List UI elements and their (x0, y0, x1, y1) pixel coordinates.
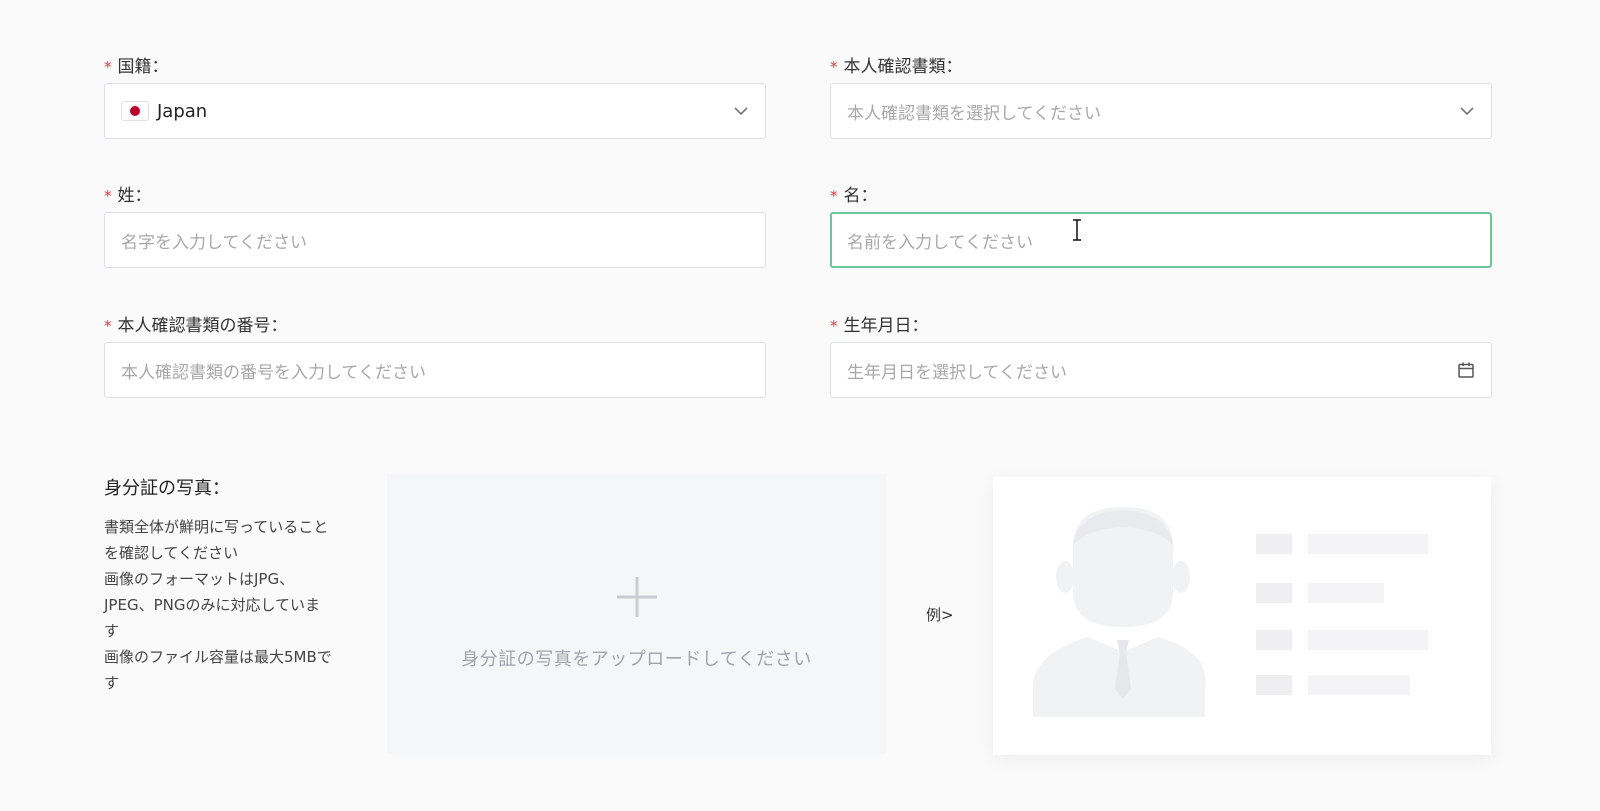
id-document-type-select[interactable]: 本人確認書類を選択してください (830, 83, 1492, 139)
birth-date-picker[interactable]: 生年月日を選択してください (830, 342, 1492, 398)
first-name-field: * 名： 名前を入力してください (830, 184, 1492, 268)
last-name-placeholder: 名字を入力してください (121, 232, 307, 253)
upload-prompt: 身分証の写真をアップロードしてください (461, 649, 812, 670)
note-line: JPEG、PNGのみに対応していま (104, 596, 321, 614)
id-document-number-field: * 本人確認書類の番号： 本人確認書類の番号を入力してください (104, 314, 766, 398)
last-name-field: * 姓： 名字を入力してください (104, 184, 766, 268)
note-line: 書類全体が鮮明に写っていること (104, 518, 329, 536)
required-mark: * (830, 317, 838, 335)
id-photo-notes: 書類全体が鮮明に写っていること を確認してください 画像のフォーマットはJPG、… (104, 514, 349, 696)
plus-icon (616, 577, 657, 617)
note-line: 画像のフォーマットはJPG、 (104, 570, 295, 588)
example-id-card-image (993, 477, 1491, 755)
id-card-illustration (1033, 507, 1428, 717)
id-document-type-placeholder: 本人確認書類を選択してください (847, 103, 1101, 124)
nationality-field: * 国籍： Japan (104, 55, 766, 139)
required-mark: * (104, 317, 112, 335)
first-name-placeholder: 名前を入力してください (847, 232, 1033, 253)
id-photo-title: 身分証の写真： (104, 478, 230, 499)
birth-date-label: * 生年月日： (830, 316, 929, 336)
note-line: す (104, 622, 120, 640)
id-document-type-field: * 本人確認書類： 本人確認書類を選択してください (830, 55, 1492, 139)
first-name-input[interactable]: 名前を入力してください (830, 212, 1492, 268)
id-document-type-label: * 本人確認書類： (830, 57, 963, 77)
required-mark: * (104, 58, 112, 76)
last-name-label: * 姓： (104, 186, 152, 206)
birth-date-placeholder: 生年月日を選択してください (847, 362, 1067, 383)
note-line: を確認してください (104, 544, 239, 562)
note-line: 画像のファイル容量は最大5MBで (104, 648, 332, 666)
kyc-form-page: * 国籍： Japan * 本人確認書類： 本人確認書類を選択してください * … (0, 0, 1600, 811)
note-line: す (104, 674, 120, 692)
nationality-value: Japan (157, 100, 208, 122)
first-name-label: * 名： (830, 186, 878, 206)
id-document-number-input[interactable]: 本人確認書類の番号を入力してください (104, 342, 766, 398)
required-mark: * (830, 58, 838, 76)
nationality-label: * 国籍： (104, 57, 169, 77)
required-mark: * (830, 187, 838, 205)
chevron-down-icon (734, 107, 748, 116)
id-photo-upload-area[interactable]: 身分証の写真をアップロードしてください (387, 474, 886, 754)
birth-date-field: * 生年月日： 生年月日を選択してください (830, 314, 1492, 398)
example-label: 例> (926, 606, 954, 624)
id-document-number-label: * 本人確認書類の番号： (104, 316, 288, 336)
japan-flag-icon (121, 101, 149, 121)
chevron-down-icon (1460, 107, 1474, 116)
calendar-icon (1458, 362, 1474, 378)
text-cursor-icon (1073, 219, 1081, 241)
required-mark: * (104, 187, 112, 205)
last-name-input[interactable]: 名字を入力してください (104, 212, 766, 268)
nationality-select[interactable]: Japan (104, 83, 766, 139)
id-document-number-placeholder: 本人確認書類の番号を入力してください (121, 362, 426, 383)
